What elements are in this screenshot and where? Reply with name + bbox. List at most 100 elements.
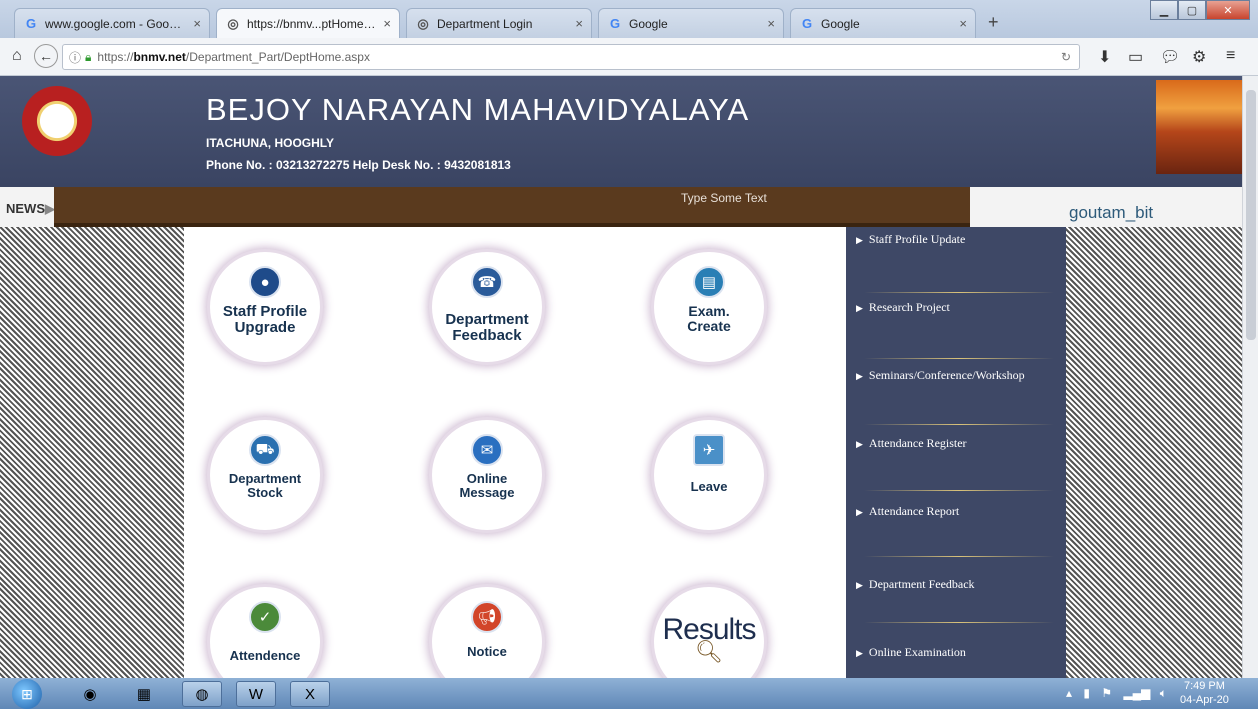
- tab-google-3[interactable]: G Google ×: [790, 8, 976, 38]
- close-tab-icon[interactable]: ×: [959, 16, 967, 31]
- menu-item-seminars[interactable]: ▶ Seminars/Conference/Workshop: [846, 359, 1066, 425]
- clock-time: 7:49 PM: [1183, 680, 1225, 692]
- browser-tab-bar: G www.google.com - Google... × ◎ https:/…: [0, 0, 1258, 38]
- menu-icon[interactable]: ≡: [1226, 47, 1235, 65]
- browser-nav-bar: ⌂ ← ⓘ 🔒︎ https:// bnmv.net /Department_P…: [0, 38, 1258, 76]
- arrow-icon: ▶: [856, 580, 863, 590]
- close-tab-icon[interactable]: ×: [575, 16, 583, 31]
- firefox-taskbar-icon[interactable]: ◍: [182, 681, 222, 707]
- minimize-button[interactable]: ▁: [1150, 0, 1178, 20]
- college-phone: Phone No. : 03213272275 Help Desk No. : …: [206, 158, 511, 172]
- download-icon[interactable]: ⬇: [1098, 47, 1111, 67]
- home-icon[interactable]: ⌂: [12, 47, 22, 65]
- calculator-taskbar-icon[interactable]: ▦: [124, 681, 164, 707]
- arrow-icon: ▶: [856, 235, 863, 245]
- tab-department-login[interactable]: ◎ Department Login ×: [406, 8, 592, 38]
- reload-icon[interactable]: ↻: [1061, 50, 1071, 64]
- megaphone-icon: 📢︎: [471, 601, 503, 633]
- excel-taskbar-icon[interactable]: X: [290, 681, 330, 707]
- tab-google-2[interactable]: G Google ×: [598, 8, 784, 38]
- news-label: NEWS▶: [6, 201, 55, 216]
- tab-department-home[interactable]: ◎ https://bnmv...ptHome.aspx ×: [216, 8, 400, 38]
- tile-attendence[interactable]: ✓ Attendence: [210, 587, 320, 678]
- arrow-icon: ▶: [856, 371, 863, 381]
- close-tab-icon[interactable]: ×: [767, 16, 775, 31]
- tab-title: Google: [821, 16, 860, 31]
- close-window-button[interactable]: ✕: [1206, 0, 1250, 20]
- document-icon: ▤: [693, 266, 725, 298]
- menu-item-online-examination[interactable]: ▶ Online Examination: [846, 623, 1066, 678]
- new-tab-button[interactable]: +: [988, 12, 999, 33]
- magnifier-icon: 🔍︎: [695, 639, 723, 664]
- college-icon: ◎: [417, 15, 429, 31]
- tab-title: www.google.com - Google...: [45, 16, 188, 31]
- tile-department-stock[interactable]: ⛟ Department Stock: [210, 420, 320, 530]
- leave-calendar-icon: ✈: [693, 434, 725, 466]
- info-icon[interactable]: ⓘ: [69, 49, 81, 66]
- tab-google-1[interactable]: G www.google.com - Google... ×: [14, 8, 210, 38]
- taskbar-clock[interactable]: 7:49 PM 04-Apr-20: [1180, 679, 1229, 707]
- extension-icon[interactable]: ⚙: [1192, 47, 1206, 67]
- tile-label: Exam. Create: [687, 303, 731, 334]
- tile-results[interactable]: Results 🔍︎: [654, 587, 764, 678]
- tile-notice[interactable]: 📢︎ Notice: [432, 587, 542, 678]
- address-bar[interactable]: ⓘ 🔒︎ https:// bnmv.net /Department_Part/…: [62, 44, 1080, 70]
- menu-item-attendance-register[interactable]: ▶ Attendance Register: [846, 425, 1066, 491]
- site-header: BEJOY NARAYAN MAHAVIDYALAYA ITACHUNA, HO…: [0, 76, 1242, 187]
- tab-title: Department Login: [437, 16, 533, 31]
- scrollbar-thumb[interactable]: [1246, 90, 1256, 340]
- tab-title: Google: [629, 16, 668, 31]
- close-tab-icon[interactable]: ×: [383, 16, 391, 31]
- college-logo: [22, 86, 92, 156]
- volume-icon[interactable]: 🔈︎: [1160, 686, 1167, 700]
- start-button[interactable]: ⊞: [12, 679, 42, 709]
- url-path: /Department_Part/DeptHome.aspx: [185, 50, 370, 64]
- tile-label: Leave: [690, 479, 728, 494]
- chevron-up-icon[interactable]: ▴: [1066, 686, 1072, 700]
- window-controls: ▁ ▢ ✕: [1150, 0, 1250, 20]
- page-scrollbar[interactable]: [1242, 76, 1258, 678]
- college-icon: ◎: [227, 15, 239, 31]
- tile-label: Department Stock: [228, 471, 302, 500]
- chat-icon[interactable]: 💬︎: [1160, 47, 1180, 67]
- menu-item-research-project[interactable]: ▶ Research Project: [846, 293, 1066, 359]
- side-menu: ▶ Staff Profile Update ▶ Research Project …: [846, 227, 1066, 678]
- tile-label: Online Message: [459, 471, 515, 500]
- menu-item-department-feedback[interactable]: ▶ Department Feedback: [846, 557, 1066, 623]
- clock-date: 04-Apr-20: [1180, 694, 1229, 706]
- back-icon[interactable]: ←: [34, 44, 58, 68]
- tile-department-feedback[interactable]: ☎ Department Feedback: [432, 252, 542, 362]
- tile-staff-profile-upgrade[interactable]: ● Staff Profile Upgrade: [210, 252, 320, 362]
- news-text: Type Some Text: [681, 191, 767, 205]
- chrome-taskbar-icon[interactable]: ◉: [70, 681, 110, 707]
- tile-label: Notice: [467, 644, 507, 659]
- flag-icon[interactable]: ⚑: [1101, 686, 1112, 700]
- word-taskbar-icon[interactable]: W: [236, 681, 276, 707]
- system-tray: ▴ ▮ ⚑ ▂▄▆ 🔈︎: [1066, 686, 1167, 701]
- news-bar: NEWS▶ Type Some Text goutam_bit: [0, 187, 1242, 227]
- tile-exam-create[interactable]: ▤ Exam. Create: [654, 252, 764, 362]
- person-icon: ●: [249, 266, 281, 298]
- basket-icon: ⛟: [249, 434, 281, 466]
- header-photo: [1156, 80, 1242, 174]
- maximize-button[interactable]: ▢: [1178, 0, 1206, 20]
- tile-label: Staff Profile Upgrade: [222, 303, 308, 336]
- device-icon[interactable]: ▮: [1083, 686, 1090, 700]
- url-host: bnmv.net: [133, 50, 186, 64]
- tile-leave[interactable]: ✈ Leave: [654, 420, 764, 530]
- mail-icon: ✉: [471, 434, 503, 466]
- close-tab-icon[interactable]: ×: [193, 16, 201, 31]
- sidebar-icon[interactable]: ▭: [1128, 47, 1143, 67]
- signal-icon[interactable]: ▂▄▆: [1123, 686, 1150, 700]
- menu-item-staff-profile-update[interactable]: ▶ Staff Profile Update: [846, 227, 1066, 293]
- google-icon: G: [25, 16, 37, 31]
- tile-label: Attendence: [229, 648, 301, 663]
- logged-in-user: goutam_bit: [1069, 203, 1154, 222]
- arrow-icon: ▶: [856, 439, 863, 449]
- lock-icon: 🔒︎: [85, 49, 92, 64]
- menu-item-attendance-report[interactable]: ▶ Attendance Report: [846, 491, 1066, 557]
- tab-title: https://bnmv...ptHome.aspx: [247, 16, 377, 31]
- news-ticker: Type Some Text: [54, 187, 970, 227]
- arrow-icon: ▶: [856, 303, 863, 313]
- tile-online-message[interactable]: ✉ Online Message: [432, 420, 542, 530]
